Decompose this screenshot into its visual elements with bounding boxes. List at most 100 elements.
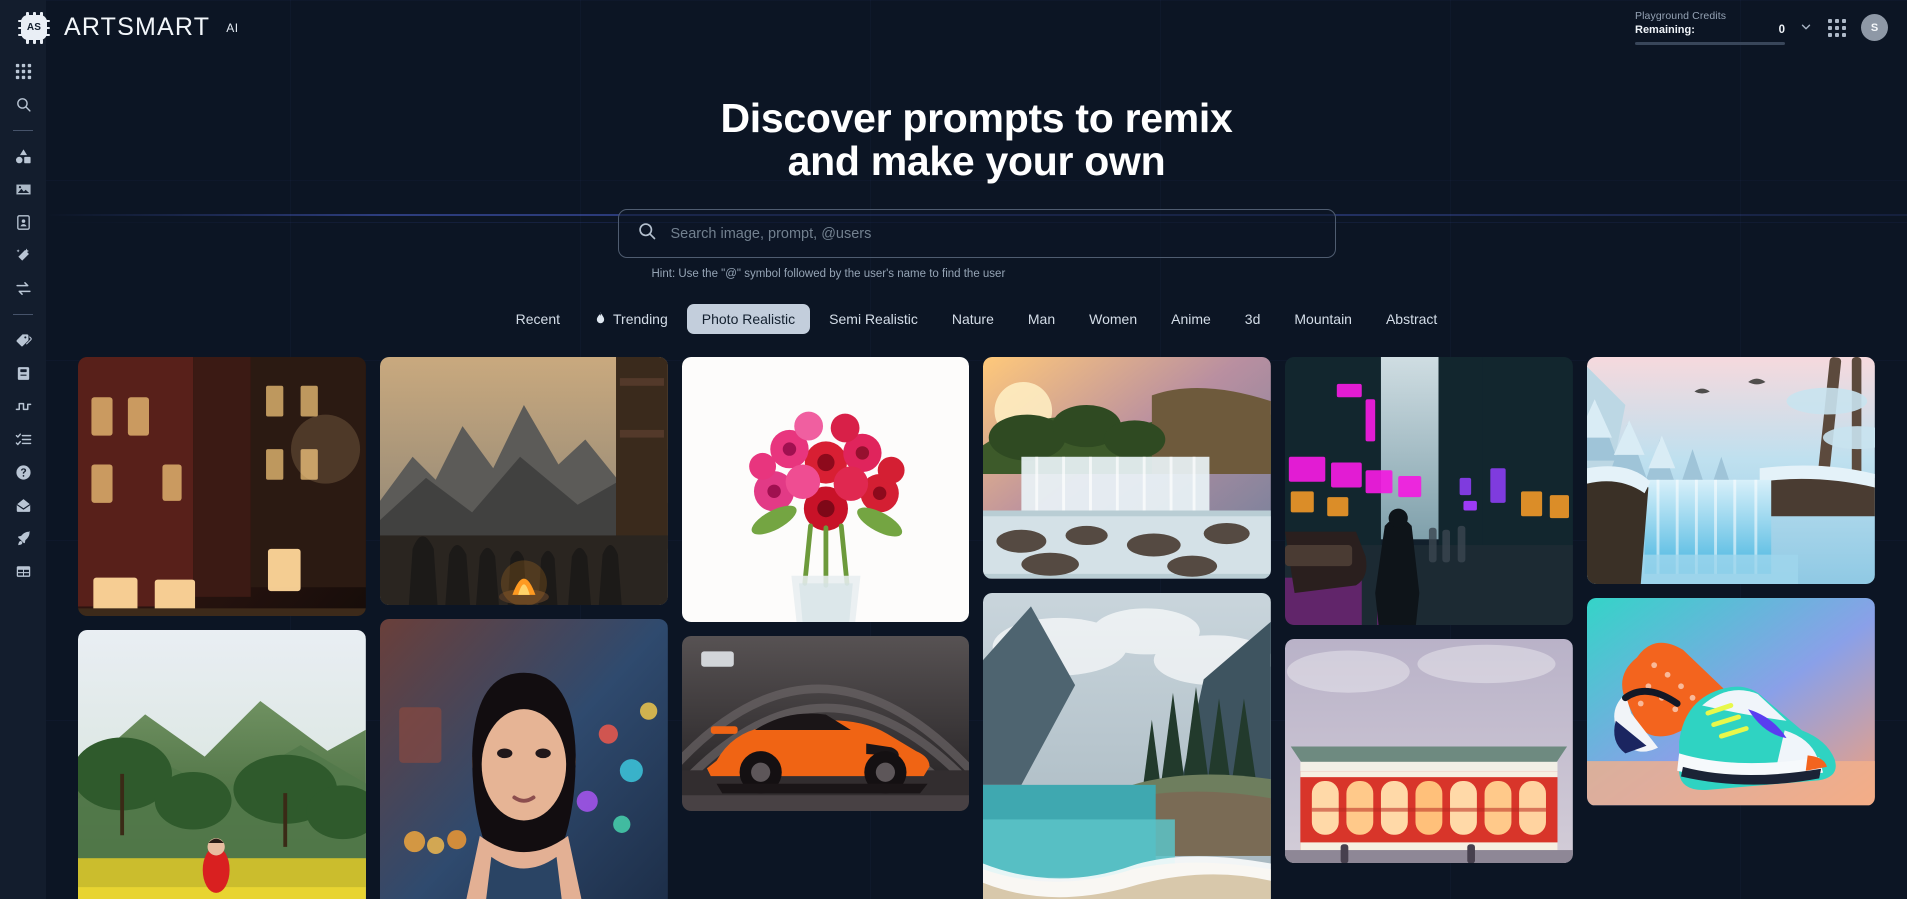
- grid-apps-icon[interactable]: [1827, 18, 1847, 38]
- tab-label: Trending: [613, 311, 668, 328]
- gallery-card-victorian-street[interactable]: [78, 357, 366, 617]
- credits-remaining-value: 0: [1778, 24, 1785, 36]
- checklist-icon: [15, 431, 32, 448]
- tab-3d[interactable]: 3d: [1230, 304, 1276, 334]
- flame-icon: [594, 310, 607, 328]
- sidebar-item-signal[interactable]: [0, 390, 46, 423]
- tab-label: Anime: [1171, 311, 1211, 328]
- sidebar-item-library[interactable]: [0, 357, 46, 390]
- gallery-card-rain-city-portrait[interactable]: [379, 618, 668, 899]
- gallery-card-orange-supercar[interactable]: [681, 635, 970, 812]
- search-hint: Hint: Use the "@" symbol followed by the…: [651, 268, 1006, 281]
- search-section: Hint: Use the "@" symbol followed by the…: [617, 209, 1336, 281]
- help-circle-icon: [15, 464, 32, 481]
- sidebar-item-dashboard[interactable]: [0, 55, 46, 88]
- gallery-thumbnail: [78, 357, 366, 617]
- search-input[interactable]: [670, 225, 1317, 242]
- sidebar-item-upgrade[interactable]: [0, 522, 46, 555]
- tab-anime[interactable]: Anime: [1156, 304, 1226, 334]
- grid-apps-icon: [15, 63, 32, 80]
- tab-man[interactable]: Man: [1013, 304, 1070, 334]
- tab-label: Nature: [951, 311, 994, 328]
- page-title: Discover prompts to remix and make your …: [46, 95, 1907, 185]
- gallery-card-sneakers[interactable]: [1587, 598, 1875, 806]
- top-bar: AS ARTSMART AI Playground Credits Remain…: [0, 0, 1907, 55]
- tab-mountain[interactable]: Mountain: [1279, 304, 1367, 334]
- tab-trending[interactable]: Trending: [579, 303, 683, 335]
- gallery-card-mountain-woman-field[interactable]: [78, 630, 366, 899]
- tab-women[interactable]: Women: [1074, 304, 1152, 334]
- gallery-card-fantasy-army[interactable]: [379, 357, 668, 605]
- gallery-card-flower-bouquet[interactable]: [681, 357, 970, 622]
- sidebar-item-inbox[interactable]: [0, 489, 46, 522]
- sidebar-item-table[interactable]: [0, 555, 46, 588]
- tab-abstract[interactable]: Abstract: [1371, 304, 1452, 334]
- gallery-thumbnail: [1285, 357, 1574, 625]
- sidebar-item-swap[interactable]: [0, 272, 46, 305]
- sidebar: [0, 0, 46, 899]
- credits-remaining-label: Remaining:: [1635, 24, 1695, 36]
- brand-suffix: AI: [226, 20, 239, 35]
- gallery-thumbnail: [1587, 598, 1875, 806]
- sidebar-divider-1: [13, 130, 33, 131]
- envelope-icon: [15, 497, 32, 514]
- search-box[interactable]: [617, 209, 1336, 259]
- avatar[interactable]: S: [1861, 14, 1888, 41]
- table-icon: [15, 563, 32, 580]
- swap-arrows-icon: [15, 280, 32, 297]
- gallery-card-cyberpunk-street[interactable]: [1285, 357, 1574, 625]
- gallery-card-fjord-beach[interactable]: [983, 592, 1272, 899]
- chip-logo-text: AS: [26, 22, 42, 33]
- gallery-thumbnail: [983, 357, 1272, 579]
- gallery-thumbnail: [983, 592, 1272, 899]
- tab-label: Women: [1089, 311, 1138, 328]
- gallery-card-waterfall-sunset[interactable]: [983, 357, 1272, 579]
- brand-name: ARTSMART: [64, 13, 211, 41]
- hero-section: Discover prompts to remix and make your …: [46, 55, 1907, 183]
- tab-recent[interactable]: Recent: [501, 304, 575, 334]
- sidebar-item-tasks[interactable]: [0, 423, 46, 456]
- sidebar-item-help[interactable]: [0, 456, 46, 489]
- gallery-thumbnail: [379, 618, 668, 899]
- tab-label: Semi Realistic: [829, 311, 918, 328]
- gallery-card-snow-waterfall[interactable]: [1587, 357, 1875, 585]
- tab-label: Mountain: [1294, 311, 1352, 328]
- chip-logo-icon: AS: [17, 11, 51, 45]
- tab-label: Recent: [515, 311, 561, 328]
- gallery-thumbnail: [78, 630, 366, 899]
- chevron-down-icon[interactable]: [1799, 20, 1813, 34]
- search-icon: [15, 96, 32, 113]
- gallery-grid: [46, 357, 1907, 899]
- tab-label: Abstract: [1385, 311, 1438, 328]
- app-root: AS ARTSMART AI Playground Credits Remain…: [0, 0, 1907, 899]
- gallery-thumbnail: [379, 357, 668, 605]
- gallery-thumbnail: [1587, 357, 1875, 585]
- sidebar-item-shapes[interactable]: [0, 140, 46, 173]
- tab-semi-realistic[interactable]: Semi Realistic: [814, 304, 933, 334]
- id-card-icon: [15, 214, 32, 231]
- category-tabs: Recent Trending Photo Realistic Semi Rea…: [46, 303, 1907, 335]
- sidebar-item-search[interactable]: [0, 88, 46, 121]
- brand-logo[interactable]: AS ARTSMART AI: [0, 0, 239, 55]
- credits-progress-bar: [1635, 42, 1785, 45]
- playground-credits: Playground Credits Remaining: 0: [1635, 10, 1785, 45]
- page-title-line-2: and make your own: [787, 138, 1166, 185]
- tab-label: Photo Realistic: [701, 311, 796, 328]
- sidebar-item-images[interactable]: [0, 173, 46, 206]
- tab-label: 3d: [1244, 311, 1261, 328]
- tab-nature[interactable]: Nature: [937, 304, 1009, 334]
- square-wave-icon: [15, 398, 32, 415]
- main-content: Discover prompts to remix and make your …: [46, 55, 1907, 899]
- page-title-line-1: Discover prompts to remix: [720, 95, 1233, 141]
- image-icon: [15, 181, 32, 198]
- tab-photo-realistic[interactable]: Photo Realistic: [686, 304, 811, 335]
- sidebar-item-tags[interactable]: [0, 324, 46, 357]
- gallery-card-red-tram[interactable]: [1285, 638, 1574, 864]
- tab-label: Man: [1027, 311, 1056, 328]
- top-bar-right: Playground Credits Remaining: 0 S: [1635, 10, 1907, 45]
- sidebar-item-portrait[interactable]: [0, 206, 46, 239]
- sidebar-item-magic[interactable]: [0, 239, 46, 272]
- sidebar-divider-2: [13, 314, 33, 315]
- shapes-icon: [15, 148, 32, 165]
- magic-wand-icon: [15, 247, 32, 264]
